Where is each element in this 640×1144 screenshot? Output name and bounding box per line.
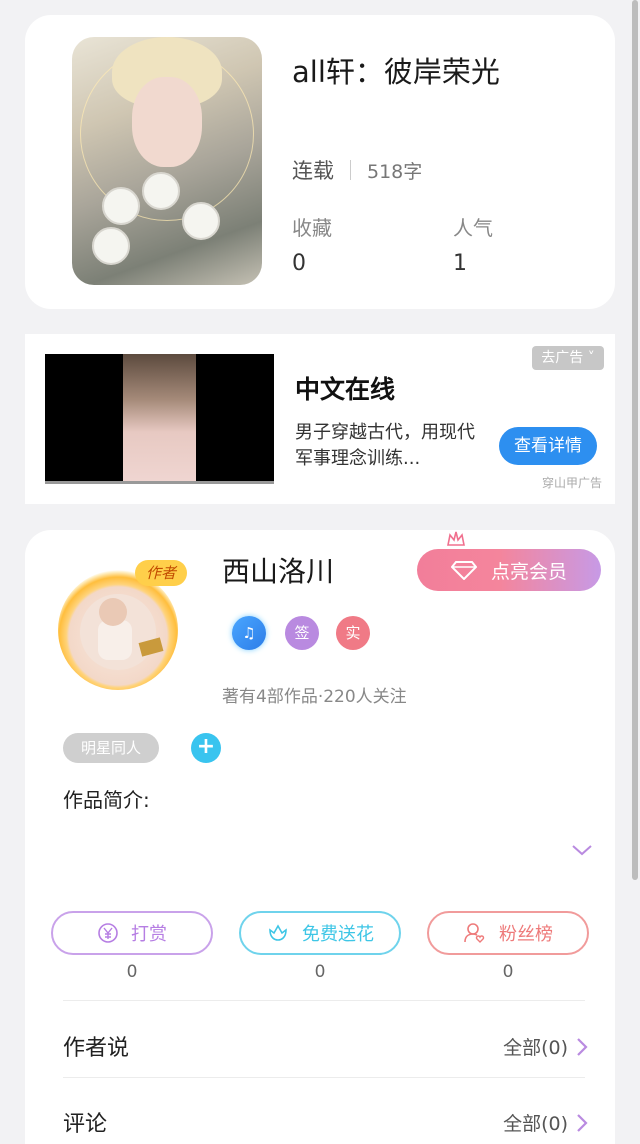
comments-count: 全部(0) xyxy=(503,1113,568,1135)
book-status-row: 连载 518字 xyxy=(292,155,422,185)
flower-icon xyxy=(269,924,287,941)
divider xyxy=(350,160,351,180)
music-badge-icon[interactable]: ♫ xyxy=(232,616,266,650)
book-info-card: all轩：彼岸荣光 连载 518字 收藏 0 人气 1 xyxy=(25,15,615,309)
scrollbar[interactable] xyxy=(632,0,638,880)
favorites-label: 收藏 xyxy=(292,216,332,240)
author-card: 作者 西山洛川 点亮会员 ♫ 签 实 著有4部作品·220人关注 明星同人 + … xyxy=(25,530,615,1144)
intro-label: 作品简介: xyxy=(63,788,150,812)
send-flower-button[interactable]: 免费送花 xyxy=(239,911,401,955)
fans-ranking-label: 粉丝榜 xyxy=(499,924,553,945)
badge-sign[interactable]: 签 xyxy=(285,616,319,650)
chevron-right-icon xyxy=(577,1113,588,1132)
author-says-all-link[interactable]: 全部(0) xyxy=(503,1033,588,1060)
book-title: all轩：彼岸荣光 xyxy=(292,55,500,89)
send-flower-label: 免费送花 xyxy=(302,924,374,945)
diamond-icon xyxy=(450,561,477,580)
author-says-title[interactable]: 作者说 xyxy=(63,1030,129,1062)
add-tag-button[interactable]: + xyxy=(191,733,221,763)
flower-count: 0 xyxy=(314,962,326,982)
book-status: 连载 xyxy=(292,159,334,183)
ad-banner[interactable]: 中文在线 男子穿越古代，用现代军事理念训练... 查看详情 去广告 ˅ 穿山甲广… xyxy=(25,334,615,504)
book-cover[interactable] xyxy=(72,37,262,285)
avatar-illustration xyxy=(80,594,164,670)
ad-details-button[interactable]: 查看详情 xyxy=(499,427,597,465)
favorites-value: 0 xyxy=(292,251,306,276)
divider xyxy=(63,1077,585,1078)
divider xyxy=(63,1000,585,1001)
reward-count: 0 xyxy=(126,962,138,982)
popularity-label: 人气 xyxy=(453,216,493,240)
chevron-down-icon[interactable] xyxy=(571,842,593,858)
popularity-value: 1 xyxy=(453,251,467,276)
vip-button-label: 点亮会员 xyxy=(490,560,567,583)
author-avatar-tag: 作者 xyxy=(135,560,187,586)
author-avatar[interactable] xyxy=(58,570,178,690)
fans-icon xyxy=(464,923,485,943)
crown-icon xyxy=(447,531,465,546)
book-word-count: 518字 xyxy=(367,160,423,183)
reward-label: 打赏 xyxy=(131,924,167,945)
remove-ad-button[interactable]: 去广告 ˅ xyxy=(532,346,604,370)
fans-ranking-button[interactable]: 粉丝榜 xyxy=(427,911,589,955)
comments-title[interactable]: 评论 xyxy=(63,1106,107,1138)
comments-all-link[interactable]: 全部(0) xyxy=(503,1109,588,1136)
author-name[interactable]: 西山洛川 xyxy=(222,550,334,590)
ad-description: 男子穿越古代，用现代军事理念训练... xyxy=(295,422,475,469)
ad-title: 中文在线 xyxy=(295,375,396,404)
chevron-right-icon xyxy=(577,1037,588,1056)
author-says-count: 全部(0) xyxy=(503,1037,568,1059)
genre-tag[interactable]: 明星同人 xyxy=(63,733,159,763)
ad-source-label: 穿山甲广告 xyxy=(542,476,603,490)
author-works-info: 著有4部作品·220人关注 xyxy=(222,687,407,707)
vip-activate-button[interactable]: 点亮会员 xyxy=(417,549,601,591)
reward-button[interactable]: 打赏 xyxy=(51,911,213,955)
yen-icon xyxy=(98,923,118,943)
ad-video-thumbnail[interactable] xyxy=(45,354,274,484)
fans-count: 0 xyxy=(502,962,514,982)
badge-real[interactable]: 实 xyxy=(336,616,370,650)
